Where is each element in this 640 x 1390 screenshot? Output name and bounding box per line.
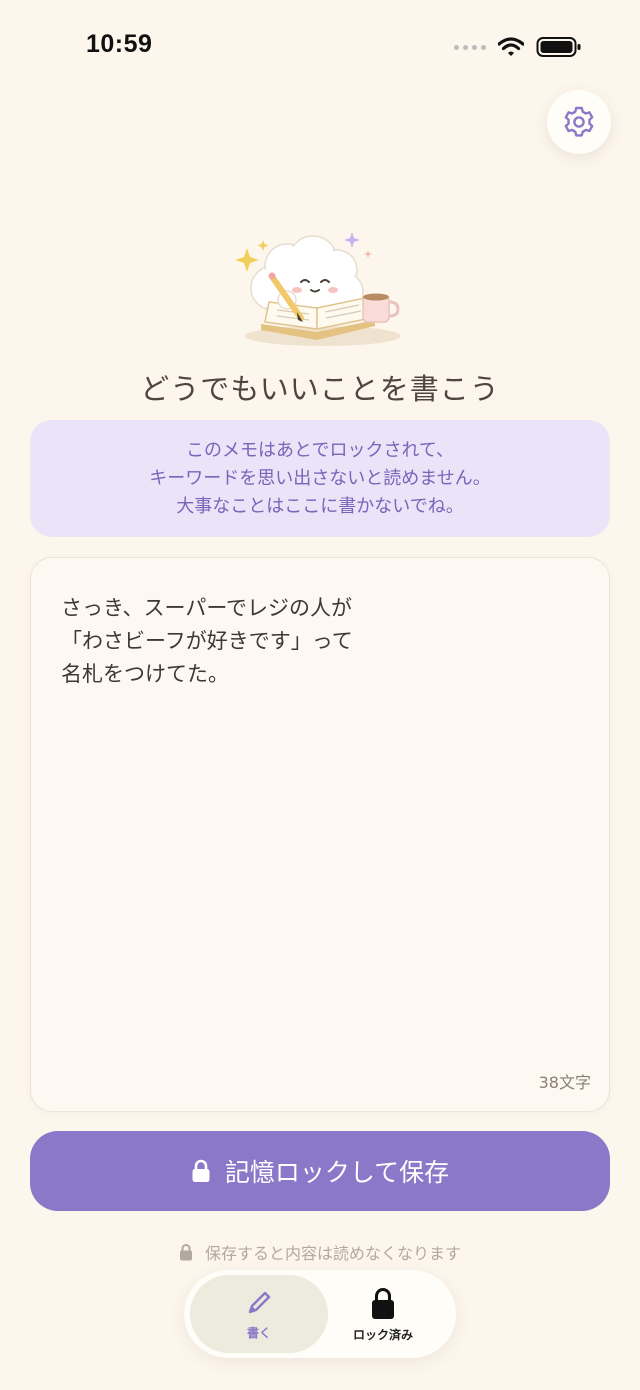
settings-button[interactable] <box>547 90 611 154</box>
notice-line: 大事なことはここに書かないでね。 <box>176 496 464 517</box>
warning-notice: このメモはあとでロックされて、 キーワードを思い出さないと読めません。 大事なこ… <box>30 420 610 537</box>
lock-icon <box>192 1159 210 1182</box>
pencil-icon <box>248 1291 271 1313</box>
bottom-tab-bar: 書く ロック済み <box>184 1270 456 1358</box>
character-count: 38文字 <box>538 1073 591 1092</box>
notice-line: キーワードを思い出さないと読めません。 <box>149 468 491 489</box>
tab-write-label: 書く <box>246 1325 271 1340</box>
memo-line: 名札をつけてた。 <box>61 662 229 686</box>
status-time: 10:59 <box>86 30 153 58</box>
status-icons <box>454 36 582 58</box>
tab-locked[interactable]: ロック済み <box>314 1275 452 1353</box>
lock-icon <box>372 1287 394 1319</box>
tab-write[interactable]: 書く <box>190 1275 328 1353</box>
page-heading: どうでもいいことを書こう <box>140 372 500 406</box>
memo-textarea[interactable]: さっき、スーパーでレジの人が 「わさビーフが好きです」って 名札をつけてた。 3… <box>30 557 610 1112</box>
tab-locked-label: ロック済み <box>352 1327 413 1342</box>
memo-line: 「わさビーフが好きです」って <box>61 629 353 653</box>
notice-line: このメモはあとでロックされて、 <box>185 440 455 461</box>
cloud-writing-illustration <box>235 232 401 346</box>
footnote-text: 保存すると内容は読めなくなります <box>204 1244 461 1263</box>
battery-icon <box>536 37 581 57</box>
lock-and-save-button[interactable]: 記憶ロックして保存 <box>30 1131 610 1211</box>
lock-icon <box>179 1244 192 1261</box>
save-footnote: 保存すると内容は読めなくなります <box>0 1240 640 1264</box>
gear-icon <box>564 106 594 137</box>
cellular-signal-icon <box>454 44 486 50</box>
wifi-icon <box>498 37 524 56</box>
app-screen: 10:59 どうでもいいことを書こう このメモはあとでロックされて、 キーワード… <box>0 0 640 1390</box>
memo-line: さっき、スーパーでレジの人が <box>61 596 353 620</box>
memo-content[interactable]: さっき、スーパーでレジの人が 「わさビーフが好きです」って 名札をつけてた。 <box>61 592 353 691</box>
save-button-label: 記憶ロックして保存 <box>224 1158 450 1187</box>
